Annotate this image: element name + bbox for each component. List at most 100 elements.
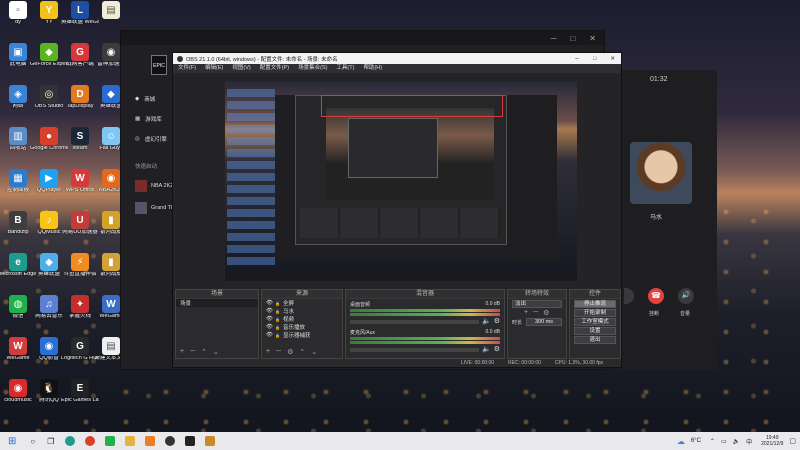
nested-docks [300,208,500,238]
chevron-up-icon[interactable]: ⌃ [201,348,207,356]
obs-preview[interactable] [225,81,577,281]
desktop-icon[interactable]: EEpic Games Launcher [61,379,99,404]
minimize-icon[interactable]: ─ [551,34,557,43]
app-icon: ☺ [102,127,120,145]
desktop-icon[interactable]: ▤ [92,1,130,20]
menu-item[interactable]: 帮助(H) [363,64,382,73]
remove-icon[interactable]: ─ [276,348,281,356]
menu-item[interactable]: 配置文件(P) [260,64,289,73]
epic-logo[interactable]: EPIC [151,55,167,75]
notification-icon[interactable]: ▢ [789,437,796,445]
menu-item[interactable]: 视图(V) [232,64,250,73]
wechat-icon[interactable] [105,436,116,446]
speaker-icon[interactable]: 🔈 [482,317,491,325]
eye-icon[interactable]: 👁 [266,308,273,314]
windows-start-icon[interactable]: ⊞ [8,436,16,447]
lock-icon[interactable]: 🔒 [275,333,280,338]
hangup-button[interactable]: ☎ [648,288,664,304]
source-item[interactable]: 👁 🔒 音乐播放 [262,323,342,331]
scene-item[interactable]: 场景 [176,299,258,307]
maximize-icon[interactable]: □ [570,34,575,43]
menu-item[interactable]: 场景集合(S) [298,64,327,73]
add-icon[interactable]: + [180,348,184,356]
source-item[interactable]: 👁 🔒 全屏 [262,299,342,307]
dock-toolbar: + ─ ⌃ ⌄ [180,348,219,356]
gear-icon[interactable]: ⚙ [494,317,500,325]
audio-meter [350,309,500,312]
app-icon: ▮ [102,253,120,271]
lock-icon[interactable]: 🔒 [275,301,280,306]
controls-dock: 控件 停止推流 开始录制 工作室模式 设置 退出 [569,289,621,359]
scenes-dock: 场景 场景 + ─ ⌃ ⌄ [175,289,259,359]
eye-icon[interactable]: 👁 [266,300,273,306]
app-icon: ▦ [9,169,27,187]
weather-icon[interactable]: ☁ [677,437,685,446]
chrome-icon[interactable] [85,436,96,446]
add-icon[interactable]: + [524,309,528,317]
ime-icon[interactable]: 中 [746,437,752,446]
control-button[interactable]: 退出 [574,336,616,344]
eye-icon[interactable]: 👁 [266,332,273,338]
transition-select[interactable]: 淡出 [512,300,562,308]
volume-button[interactable]: 🔊 [678,288,694,304]
gear-icon[interactable]: ⚙ [287,348,293,356]
control-button[interactable]: 开始录制 [574,309,616,317]
maximize-icon[interactable]: □ [593,56,596,62]
app-icon[interactable] [205,436,216,446]
source-item[interactable]: 👁 🔒 显示器捕获 [262,331,342,339]
menu-item[interactable]: 文件(F) [178,64,196,73]
volume-icon[interactable]: 🔈 [733,438,740,445]
control-button[interactable]: 停止推流 [574,300,616,308]
control-button[interactable]: 工作室模式 [574,318,616,326]
lock-icon[interactable]: 🔒 [275,325,280,330]
source-item[interactable]: 👁 🔒 马水 [262,307,342,315]
preview-taskbar [225,273,577,281]
grid-icon: ▦ [135,116,141,122]
control-button[interactable]: 设置 [574,327,616,335]
minimize-icon[interactable]: ─ [575,56,579,62]
gear-icon[interactable]: ⚙ [543,309,549,317]
chevron-down-icon[interactable]: ⌄ [213,348,219,356]
weather-temp[interactable]: 6°C [691,438,701,444]
add-icon[interactable]: + [266,348,270,356]
preview-desktop-icons [227,85,275,265]
clock[interactable]: 19:49 2021/12/9 [761,435,783,447]
remove-icon[interactable]: ─ [533,309,538,317]
folder-icon[interactable] [125,436,136,446]
transitions-dock: 转场特效 淡出 + ─ ⚙ 时长 300 ms [507,289,567,359]
channel-db: 0.0 dB [485,301,500,307]
speaker-icon[interactable]: 🔈 [482,345,491,353]
epic-titlebar: ─ □ ✕ [121,31,604,45]
menu-item[interactable]: 工具(T) [336,64,354,73]
obs-taskbar-icon[interactable] [165,436,176,446]
app-icon: W [9,337,27,355]
duration-input[interactable]: 300 ms [526,318,562,326]
volume-slider[interactable] [350,319,479,324]
volume-slider[interactable] [350,347,479,352]
close-icon[interactable]: ✕ [610,56,615,62]
lock-icon[interactable]: 🔒 [275,309,280,314]
eye-icon[interactable]: 👁 [266,316,273,322]
epic-nav-label: 商城 [144,97,156,103]
app-icon: ▶ [40,169,58,187]
source-item[interactable]: 👁 🔒 视频 [262,315,342,323]
edge-icon[interactable] [65,436,76,446]
remove-icon[interactable]: ─ [190,348,195,356]
chevron-down-icon[interactable]: ⌄ [311,348,317,356]
chevron-up-icon[interactable]: ⌃ [710,438,715,445]
app-icon[interactable] [145,436,156,446]
app-icon: ◆ [102,85,120,103]
lock-icon[interactable]: 🔒 [275,317,280,322]
audio-meter [350,337,500,340]
volume-label: 音量 [680,311,691,317]
close-icon[interactable]: ✕ [589,34,596,43]
partial-button[interactable] [624,288,634,304]
task-view-icon[interactable]: ❐ [47,437,54,446]
gear-icon[interactable]: ⚙ [494,345,500,353]
menu-item[interactable]: 编辑(E) [205,64,223,73]
epic-taskbar-icon[interactable] [185,436,196,446]
chevron-up-icon[interactable]: ⌃ [299,348,305,356]
search-icon[interactable]: ○ [30,437,35,446]
network-icon[interactable]: ▭ [721,438,727,445]
eye-icon[interactable]: 👁 [266,324,273,330]
